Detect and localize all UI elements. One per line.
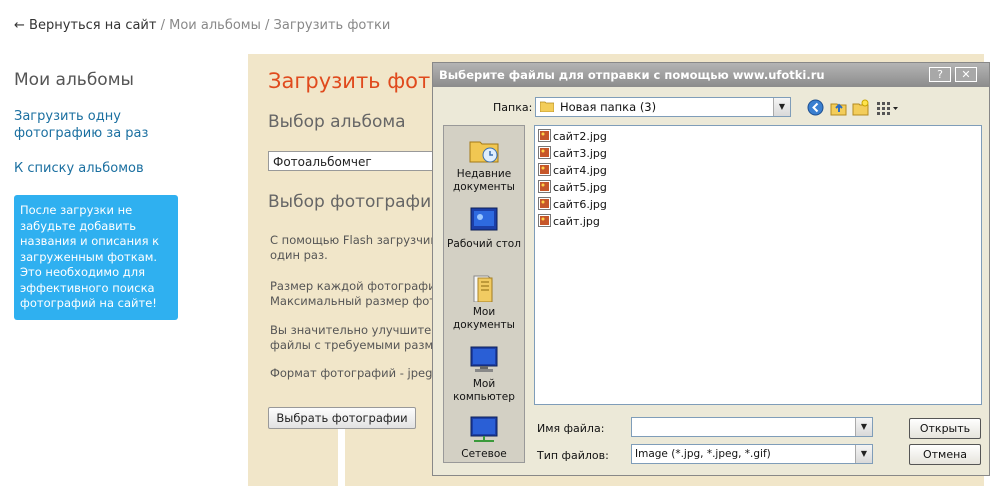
help-text-line: файлы с требуемыми разме [270,338,441,352]
chevron-down-icon[interactable]: ▼ [855,418,872,436]
breadcrumb: ← Вернуться на сайт / Мои альбомы / Загр… [14,18,390,33]
folder-select[interactable]: Новая папка (3) ▼ [535,97,791,117]
help-text-line: Максимальный размер фото [270,294,444,308]
file-name: сайт.jpg [553,215,600,228]
place-desktop[interactable]: Рабочий стол [444,206,524,251]
place-my-documents[interactable]: Мои документы [444,274,524,332]
page-title: Загрузить фотки [268,69,457,93]
view-menu-icon[interactable] [876,99,900,116]
file-list[interactable]: сайт2.jpg сайт3.jpg сайт4.jpg сайт5.jpg сайт… [534,125,982,405]
file-name: сайт4.jpg [553,164,607,177]
sidebar: Мои альбомы Загрузить одну фотографию за… [14,70,204,320]
place-label: Мой компьютер [453,378,515,403]
help-text-line: С помощью Flash загрузчика [270,233,445,247]
help-text-line: Формат фотографий - jpeg. (р [270,366,452,380]
filename-label: Имя файла: [537,422,605,435]
file-item[interactable]: сайт4.jpg [538,163,607,179]
file-item[interactable]: сайт5.jpg [538,180,607,196]
chevron-down-icon[interactable]: ▼ [855,445,872,463]
file-item[interactable]: сайт6.jpg [538,197,607,213]
file-item[interactable]: сайт.jpg [538,214,600,230]
divider [338,429,345,486]
image-file-icon [538,214,551,227]
file-name: сайт6.jpg [553,198,607,211]
info-tip: После загрузки не забудьте добавить назв… [14,195,178,320]
help-text-line: один раз. [270,248,328,262]
filename-input[interactable]: ▼ [631,417,873,437]
open-button[interactable]: Открыть [909,418,981,439]
breadcrumb-separator: / [260,18,274,33]
place-my-computer[interactable]: Мой компьютер [444,346,524,404]
image-file-icon [538,197,551,210]
new-folder-icon[interactable] [852,99,869,116]
sidebar-title: Мои альбомы [14,70,134,90]
place-recent-documents[interactable]: Недавние документы [444,136,524,194]
network-icon [470,416,498,442]
file-item[interactable]: сайт3.jpg [538,146,607,162]
back-to-site-link[interactable]: ← Вернуться на сайт [14,18,156,33]
place-label: Недавние документы [453,168,515,193]
desktop-icon [470,207,498,231]
folder-value: Новая папка (3) [560,100,657,114]
album-select[interactable]: Фотоальбомчег [268,151,458,171]
breadcrumb-separator: / [156,18,170,33]
chevron-down-icon[interactable]: ▼ [773,98,790,116]
image-file-icon [538,146,551,159]
image-file-icon [538,129,551,142]
places-bar: Недавние документы Рабочий стол Мои доку… [443,125,525,463]
place-label: Рабочий стол [447,238,521,250]
photos-heading: Выбор фотографий [268,192,443,212]
image-file-icon [538,180,551,193]
image-file-icon [538,163,551,176]
file-name: сайт5.jpg [553,181,607,194]
place-label: Мои документы [453,306,515,331]
breadcrumb-current: Загрузить фотки [273,18,391,33]
breadcrumb-albums[interactable]: Мои альбомы [169,18,261,33]
filetype-value: Image (*.jpg, *.jpeg, *.gif) [635,448,771,460]
help-text-line: Вы значительно улучшите ка [270,323,449,337]
album-list-link[interactable]: К списку альбомов [14,160,204,177]
folder-icon [540,101,554,112]
up-folder-icon[interactable] [830,99,847,116]
my-computer-icon [470,346,498,372]
place-label: Сетевое [461,448,507,460]
file-name: сайт2.jpg [553,130,607,143]
recent-documents-icon [469,141,499,163]
file-open-dialog: Выберите файлы для отправки с помощью ww… [432,62,990,476]
choose-photos-button[interactable]: Выбрать фотографии [268,407,416,429]
cancel-button[interactable]: Отмена [909,444,981,465]
filetype-select[interactable]: Image (*.jpg, *.jpeg, *.gif) ▼ [631,444,873,464]
help-button[interactable]: ? [929,67,951,82]
file-name: сайт3.jpg [553,147,607,160]
place-network[interactable]: Сетевое [444,416,524,461]
my-documents-icon [473,275,493,302]
folder-label: Папка: [493,101,533,114]
album-heading: Выбор альбома [268,112,406,132]
file-item[interactable]: сайт2.jpg [538,129,607,145]
help-text-line: Размер каждой фотографии [270,279,444,293]
close-button[interactable]: ✕ [955,67,977,82]
dialog-title: Выберите файлы для отправки с помощью ww… [433,63,989,87]
filetype-label: Тип файлов: [537,449,609,462]
back-icon[interactable] [807,99,824,116]
upload-single-photo-link[interactable]: Загрузить одну фотографию за раз [14,108,204,142]
